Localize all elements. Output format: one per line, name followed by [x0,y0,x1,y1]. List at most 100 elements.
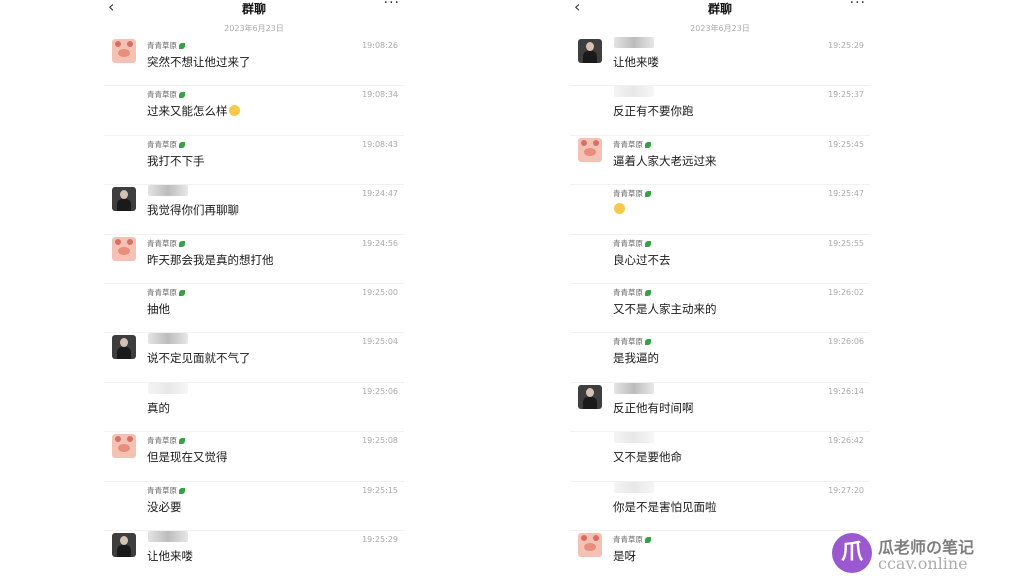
avatar-photo[interactable] [578,39,602,63]
avatar-body [117,347,131,360]
avatar-photo[interactable] [112,532,136,557]
blurred-sender-name [148,333,188,345]
message-text-content: 我觉得你们再聊聊 [147,203,239,218]
avatar-pig-icon[interactable] [578,137,602,162]
leaf-icon [179,487,185,494]
avatar-ear [127,238,133,245]
chat-message[interactable]: 青青草原 19:08:26 突然不想让他过来了 [104,37,404,87]
chat-message[interactable]: 19:26:42 又不是要他命 [570,432,870,482]
sender-name: 青青草原 [613,534,651,545]
avatar-body [583,396,597,409]
avatar-photo[interactable] [112,187,136,212]
message-text: 你是不是害怕见面啦 [613,499,717,515]
chat-message[interactable]: 青青草原 19:25:55 良心过不去 [570,235,870,284]
message-text: 逼着人家大老远过来 [613,153,717,169]
chat-message[interactable]: 青青草原 19:08:34 过来又能怎么样 [104,86,404,136]
avatar-ear [115,436,121,443]
sender-name-text: 青青草原 [147,139,177,149]
message-text: 抽他 [147,301,170,317]
date-divider: 2023年6月23日 [224,24,284,33]
left-chat-panel: ‹ 群聊 ··· 2023年6月23日 青青草原 19:08:26 突然不想让他过来… [104,0,404,576]
avatar-pig-icon[interactable] [112,236,136,261]
message-time: 19:24:47 [362,189,398,199]
chat-message[interactable]: 19:25:04 说不定见面就不气了 [104,333,404,383]
message-text-content: 说不定见面就不气了 [147,351,251,366]
more-options-icon[interactable]: ··· [384,0,400,11]
sender-name-text: 青青草原 [613,139,643,149]
leaf-icon [179,289,185,296]
chat-message[interactable]: 19:25:29 让他来喽 [570,37,870,87]
chat-message[interactable]: 19:25:29 让他来喽 [104,530,404,576]
avatar-photo[interactable] [112,335,136,360]
chat-message[interactable]: 19:25:06 真的 [104,382,404,433]
avatar-snout [118,444,130,453]
chat-message[interactable]: 青青草原 是呀 [570,531,870,576]
message-time: 19:26:06 [828,337,864,347]
date-divider: 2023年6月23日 [690,24,750,33]
avatar-photo[interactable] [578,384,602,409]
avatar-pig-icon[interactable] [578,532,602,557]
message-time: 19:08:34 [362,90,398,100]
message-text: 突然不想让他过来了 [147,54,251,70]
avatar-snout [584,147,596,156]
avatar-ear [115,238,121,245]
message-text-content: 又不是人家主动来的 [613,301,717,316]
chat-message[interactable]: 青青草原 19:25:45 逼着人家大老远过来 [570,136,870,186]
leaf-icon [645,339,651,346]
blurred-sender-name [614,382,654,394]
message-text-content: 是我逼的 [613,351,659,366]
message-text-content: 反正他有时间啊 [613,400,694,415]
leaf-icon [645,191,651,198]
watermark-logo-icon: 爪 [832,533,872,573]
emoji-icon [614,203,625,215]
sender-name: 青青草原 [613,188,651,199]
chat-message[interactable]: 青青草原 19:26:06 是我逼的 [570,333,870,383]
sender-name: 青青草原 [613,287,651,298]
leaf-icon [645,141,651,148]
avatar-pig-icon[interactable] [112,434,136,459]
message-text-content: 过来又能怎么样 [147,104,228,119]
avatar-face [586,387,594,397]
avatar-body [583,51,597,63]
message-text: 反正他有时间啊 [613,400,694,416]
sender-name-text: 青青草原 [147,41,177,50]
message-list: 青青草原 19:08:26 突然不想让他过来了 青青草原 19:08:34 过来又能怎么样… [104,37,404,576]
chat-message[interactable]: 青青草原 19:25:15 没必要 [104,482,404,531]
avatar-face [586,42,594,51]
message-time: 19:25:45 [828,139,864,149]
leaf-icon [645,240,651,247]
avatar-pig-icon[interactable] [112,39,136,63]
message-time: 19:08:26 [362,41,398,50]
sender-name: 青青草原 [147,287,185,298]
chat-message[interactable]: 青青草原 19:25:08 但是现在又觉得 [104,432,404,482]
blurred-sender-name [148,185,188,197]
sender-name-text: 青青草原 [613,238,643,248]
sender-name-text: 青青草原 [147,287,177,297]
chat-message[interactable]: 青青草原 19:25:47 [570,185,870,235]
chat-message[interactable]: 19:26:14 反正他有时间啊 [570,382,870,433]
sender-name: 青青草原 [147,139,185,150]
sender-name: 青青草原 [147,89,185,100]
chat-message[interactable]: 19:24:47 我觉得你们再聊聊 [104,185,404,235]
chat-message[interactable]: 青青草原 19:08:43 我打不下手 [104,136,404,186]
more-options-icon[interactable]: ··· [850,0,866,11]
sender-name: 青青草原 [613,139,651,150]
chat-message[interactable]: 19:25:37 反正有不要你跑 [570,86,870,136]
chat-message[interactable]: 青青草原 19:25:00 抽他 [104,284,404,334]
message-text-content: 抽他 [147,301,170,316]
message-text: 我打不下手 [147,153,205,169]
message-text: 过来又能怎么样 [147,103,240,119]
leaf-icon [179,141,185,148]
message-text: 是我逼的 [613,350,659,366]
chat-message[interactable]: 青青草原 19:24:56 昨天那会我是真的想打他 [104,235,404,284]
avatar-ear [593,139,599,146]
message-time: 19:25:29 [828,41,864,50]
message-time: 19:25:04 [362,337,398,347]
right-chat-panel: ‹ 群聊 ··· 2023年6月23日 19:25:29 让他来喽 19:25:37… [570,0,870,576]
chat-header: ‹ 群聊 ··· [104,0,404,18]
message-text-content: 你是不是害怕见面啦 [613,499,717,514]
chat-message[interactable]: 19:27:20 你是不是害怕见面啦 [570,481,870,531]
message-text-content: 反正有不要你跑 [613,104,694,119]
message-text-content: 但是现在又觉得 [147,450,228,465]
chat-message[interactable]: 青青草原 19:26:02 又不是人家主动来的 [570,284,870,334]
